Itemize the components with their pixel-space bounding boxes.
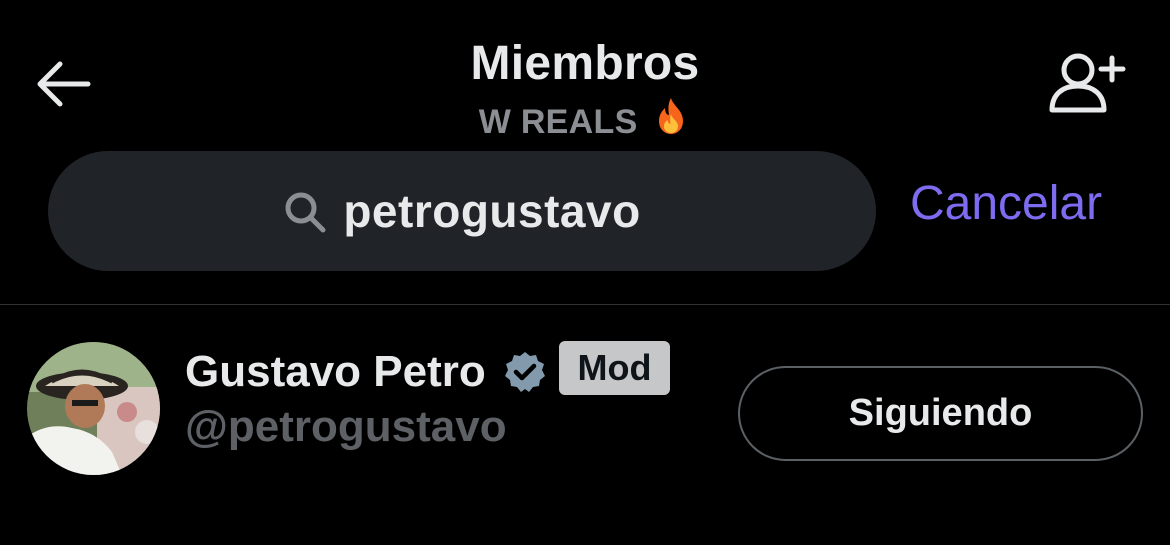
add-member-button[interactable]	[1046, 50, 1126, 116]
search-input[interactable]: petrogustavo	[343, 184, 640, 238]
community-name-text: W REALS	[478, 103, 638, 141]
cancel-button[interactable]: Cancelar	[910, 176, 1102, 231]
person-plus-icon	[1049, 53, 1126, 113]
verified-badge-icon	[505, 352, 545, 392]
members-screen: Miembros W REALS petrogustavo Cancelar G…	[0, 0, 1170, 545]
moderator-badge: Mod	[559, 341, 670, 395]
search-field[interactable]: petrogustavo	[48, 151, 876, 271]
member-name: Gustavo Petro	[185, 347, 486, 396]
member-handle: @petrogustavo	[185, 402, 507, 451]
member-list-item[interactable]: Gustavo Petro Mod @petrogustavo Siguiend…	[0, 305, 1170, 545]
avatar[interactable]	[27, 342, 160, 475]
community-name: W REALS	[0, 96, 1170, 145]
following-button[interactable]: Siguiendo	[738, 366, 1143, 461]
search-icon	[285, 192, 326, 233]
fire-icon	[651, 96, 691, 145]
page-title: Miembros	[470, 37, 700, 90]
